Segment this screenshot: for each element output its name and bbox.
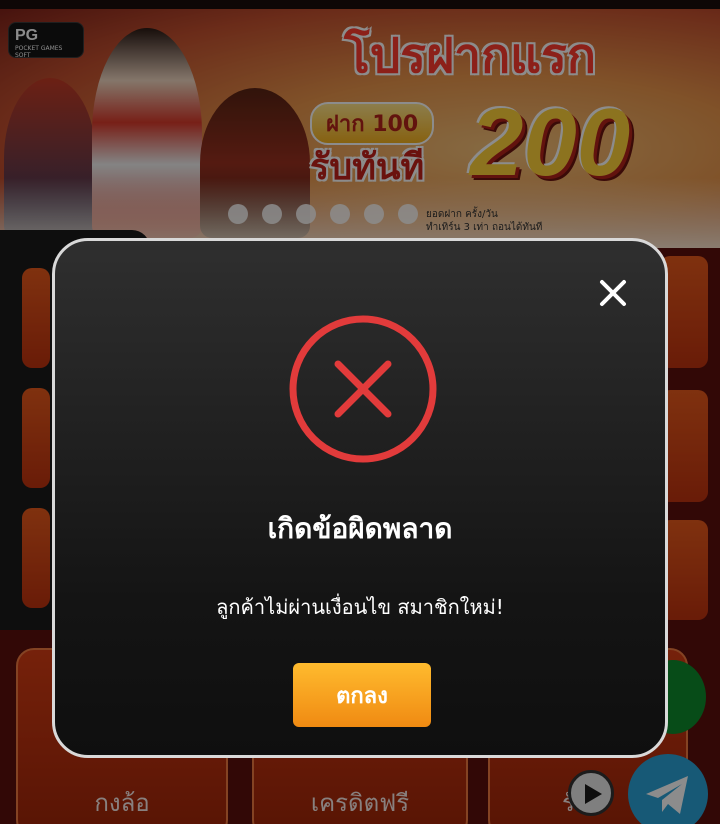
close-icon [600,280,626,306]
dialog-title: เกิดข้อผิดพลาด [267,512,453,545]
ok-button[interactable]: ตกลง [293,663,431,727]
dialog-message: ลูกค้าไม่ผ่านเงื่อนไข สมาชิกใหม่! [216,595,504,619]
close-button[interactable] [595,275,631,311]
error-dialog: เกิดข้อผิดพลาด ลูกค้าไม่ผ่านเงื่อนไข สมา… [52,238,668,758]
error-x-circle-icon [289,315,437,463]
